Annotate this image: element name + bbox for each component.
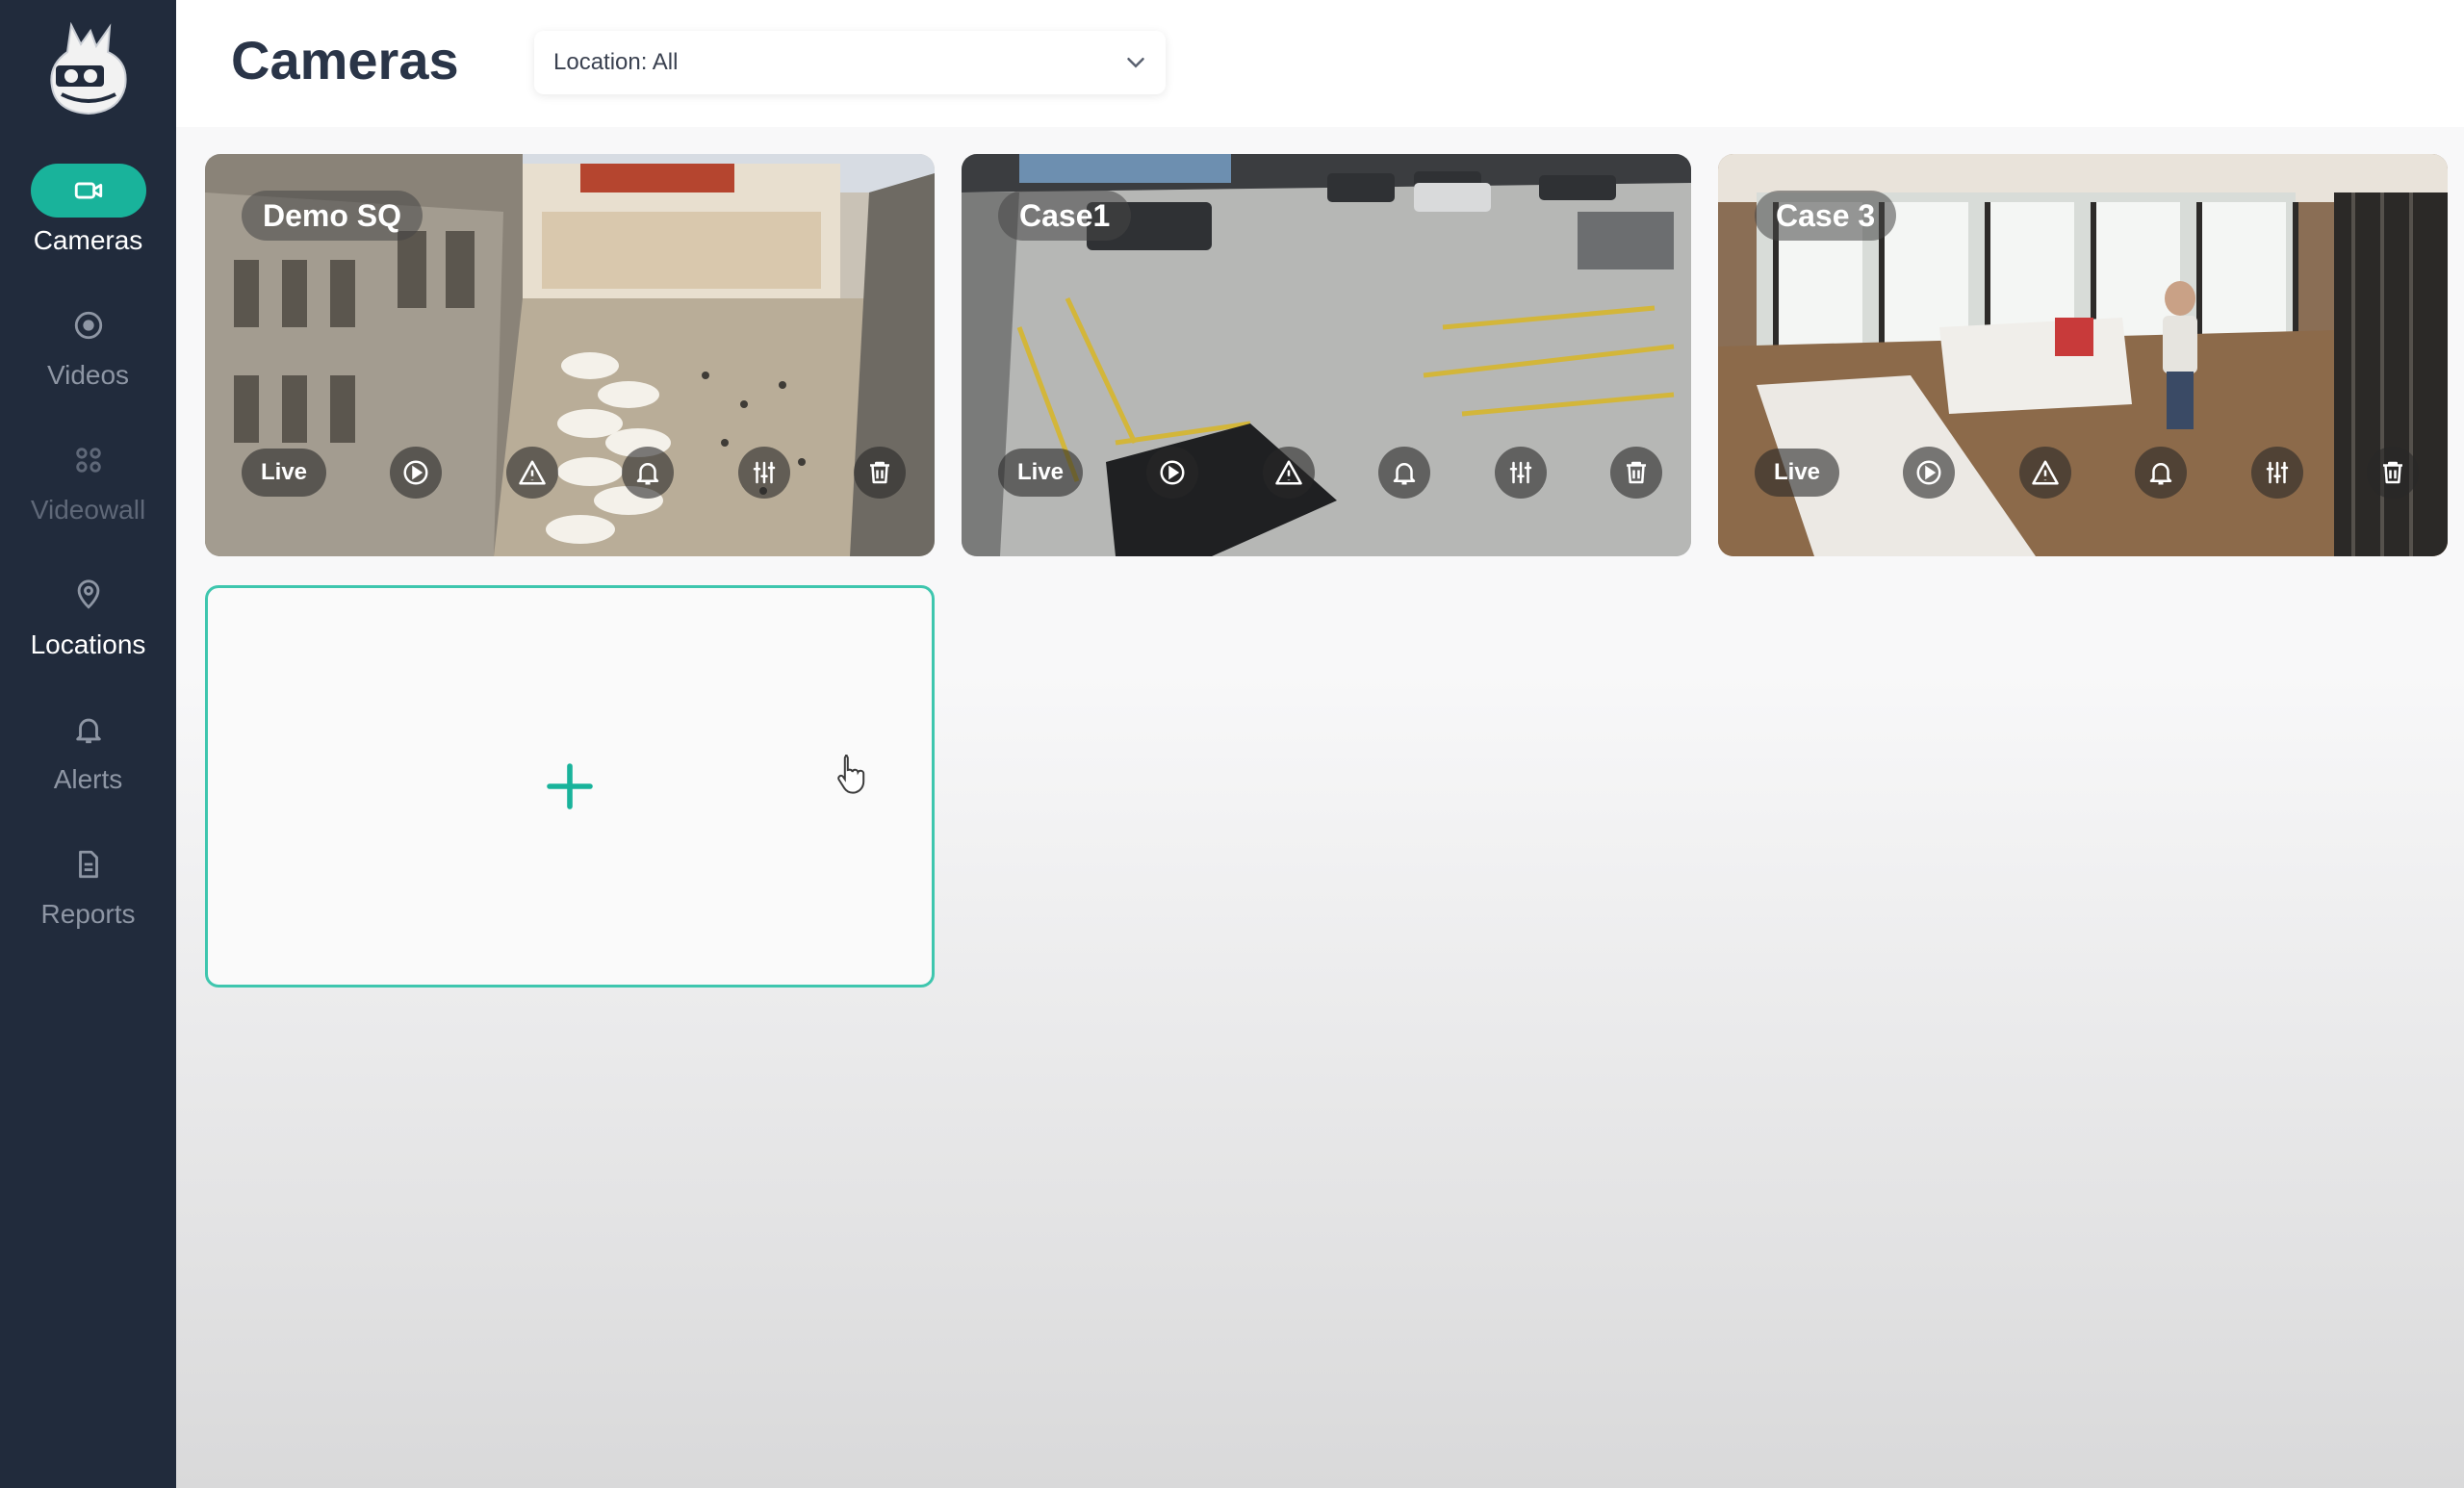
camera-card-case1[interactable]: Case1 Live	[962, 154, 1691, 556]
bell-icon	[636, 463, 659, 485]
play-button[interactable]	[1903, 447, 1956, 499]
trash-icon	[1626, 461, 1646, 484]
sliders-icon	[2266, 461, 2288, 484]
alert-button[interactable]	[2135, 447, 2188, 499]
play-button[interactable]	[1146, 447, 1199, 499]
camera-card-demo-sq[interactable]: Demo SQ Live	[205, 154, 935, 556]
map-pin-icon	[31, 568, 146, 622]
bell-icon	[1393, 463, 1416, 485]
document-icon	[31, 837, 146, 891]
camera-icon	[30, 164, 146, 218]
location-filter-value: Location: All	[553, 49, 679, 75]
settings-button[interactable]	[1494, 447, 1547, 499]
plus-icon	[547, 763, 593, 809]
sidebar: Cameras Videos Videowall Locations Alert	[0, 0, 176, 1488]
bell-icon	[2149, 463, 2172, 485]
warning-icon	[2032, 460, 2059, 485]
sidebar-label-locations: Locations	[30, 629, 146, 659]
add-camera-card[interactable]	[205, 585, 935, 988]
sidebar-item-cameras[interactable]: Cameras	[0, 164, 176, 269]
settings-button[interactable]	[737, 447, 790, 499]
bell-icon	[31, 703, 146, 757]
sidebar-label-videowall: Videowall	[30, 495, 146, 525]
sidebar-label-cameras: Cameras	[33, 225, 143, 255]
trash-icon	[869, 461, 889, 484]
play-button[interactable]	[390, 447, 443, 499]
sidebar-item-videowall[interactable]: Videowall	[0, 433, 176, 539]
alert-button[interactable]	[1378, 447, 1431, 499]
delete-button[interactable]	[1609, 447, 1662, 499]
warning-icon	[519, 460, 546, 485]
camera-name-label: Demo SQ	[242, 191, 424, 241]
camera-controls: Live	[242, 445, 906, 500]
settings-button[interactable]	[2250, 447, 2303, 499]
play-icon	[1160, 460, 1185, 485]
page-title: Cameras	[231, 30, 459, 90]
sliders-icon	[1509, 461, 1531, 484]
delete-button[interactable]	[2366, 447, 2419, 499]
camera-card-case3[interactable]: Case 3 Live	[1718, 154, 2448, 556]
live-button[interactable]: Live	[242, 449, 327, 497]
main-content: Demo SQ Live Case1 Live Case 3 Live	[176, 127, 2464, 1488]
grid-icon	[31, 433, 146, 487]
warning-button[interactable]	[2018, 447, 2071, 499]
warning-button[interactable]	[505, 447, 558, 499]
sidebar-label-alerts: Alerts	[53, 764, 123, 794]
trash-icon	[2382, 461, 2402, 484]
hand-cursor-icon	[837, 755, 865, 794]
sidebar-item-reports[interactable]: Reports	[0, 837, 176, 943]
sidebar-item-alerts[interactable]: Alerts	[0, 703, 176, 808]
camera-name-label: Case1	[998, 191, 1132, 241]
sidebar-label-reports: Reports	[40, 899, 136, 929]
camera-controls: Live	[1755, 445, 2419, 500]
live-button[interactable]: Live	[998, 449, 1084, 497]
sliders-icon	[753, 461, 775, 484]
top-header: Cameras Location: All	[176, 0, 2464, 127]
warning-icon	[1275, 460, 1302, 485]
location-filter-select[interactable]: Location: All	[534, 31, 1166, 94]
play-icon	[403, 460, 428, 485]
sidebar-item-videos[interactable]: Videos	[0, 298, 176, 404]
app-root: Cameras Videos Videowall Locations Alert	[0, 0, 2464, 1488]
camera-controls: Live	[998, 445, 1662, 500]
play-icon	[1916, 460, 1941, 485]
warning-button[interactable]	[1262, 447, 1315, 499]
play-circle-icon	[31, 298, 146, 352]
sidebar-item-locations[interactable]: Locations	[0, 568, 176, 674]
chevron-down-icon	[1127, 58, 1144, 68]
alert-button[interactable]	[622, 447, 675, 499]
camera-name-label: Case 3	[1755, 191, 1897, 241]
sidebar-label-videos: Videos	[46, 360, 130, 390]
delete-button[interactable]	[853, 447, 906, 499]
live-button[interactable]: Live	[1755, 449, 1840, 497]
logo-icon[interactable]	[42, 19, 135, 119]
